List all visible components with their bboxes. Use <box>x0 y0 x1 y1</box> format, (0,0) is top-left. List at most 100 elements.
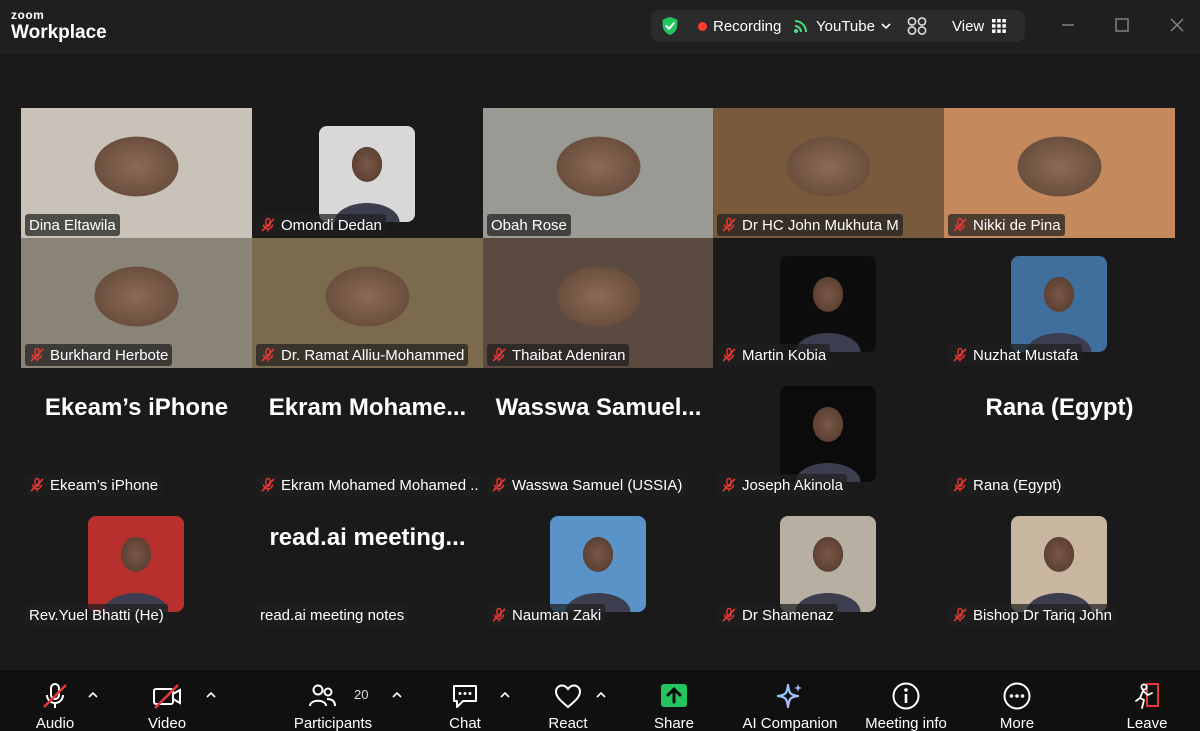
share-screen-icon <box>661 684 687 707</box>
chat-label: Chat <box>449 715 481 731</box>
react-options-chevron-up-icon[interactable] <box>595 690 607 700</box>
maximize-icon[interactable] <box>1111 14 1133 36</box>
participant-name: Nikki de Pina <box>973 216 1061 234</box>
mic-muted-icon <box>722 477 736 492</box>
participant-tile[interactable]: Ekram Mohame... Ekram Mohamed Mohamed ... <box>252 368 483 498</box>
video-button[interactable]: Video <box>136 670 198 731</box>
participant-name-tag: Burkhard Herbote <box>25 344 173 366</box>
participant-name: Dr. Ramat Alliu-Mohammed <box>281 346 465 364</box>
participant-tile[interactable]: Dina Eltawila <box>21 108 252 238</box>
participant-name-tag: Dr. Ramat Alliu-Mohammed <box>256 344 469 366</box>
participant-tile[interactable]: Nikki de Pina <box>944 108 1175 238</box>
participant-name-tag: Nauman Zaki <box>487 604 606 626</box>
participant-tile[interactable]: Dr Shamenaz <box>713 498 944 628</box>
livestream-label: YouTube <box>816 17 875 35</box>
participant-tile[interactable]: Martin Kobia <box>713 238 944 368</box>
close-icon[interactable] <box>1166 14 1188 36</box>
avatar <box>1011 256 1107 352</box>
participant-tile[interactable]: Nuzhat Mustafa <box>944 238 1175 368</box>
avatar <box>319 126 415 222</box>
minimize-icon[interactable] <box>1057 14 1079 36</box>
participant-display-name: Wasswa Samuel... <box>495 394 702 421</box>
meeting-info-button[interactable]: Meeting info <box>858 670 954 731</box>
livestream-menu[interactable]: YouTube <box>793 16 898 36</box>
leave-button[interactable]: Leave <box>1122 670 1172 731</box>
participant-tile[interactable]: Rana (Egypt) Rana (Egypt) <box>944 368 1175 498</box>
participant-tile[interactable]: Ekeam’s iPhone Ekeam’s iPhone <box>21 368 252 498</box>
participant-name: Ekeam’s iPhone <box>50 476 159 494</box>
view-label: View <box>952 17 985 35</box>
avatar <box>1011 516 1107 612</box>
encryption-shield-icon[interactable] <box>659 15 681 37</box>
participant-tile[interactable]: Bishop Dr Tariq John <box>944 498 1175 628</box>
participant-count: 20 <box>354 687 369 702</box>
ai-companion-button[interactable]: AI Companion <box>740 670 840 731</box>
participants-options-chevron-up-icon[interactable] <box>391 690 403 700</box>
participant-name: Nauman Zaki <box>512 606 602 624</box>
broadcast-icon <box>794 20 807 33</box>
audio-options-chevron-up-icon[interactable] <box>87 690 99 700</box>
video-options-chevron-up-icon[interactable] <box>205 690 217 700</box>
participant-name-tag: Nikki de Pina <box>948 214 1065 236</box>
sparkle-icon <box>776 683 802 709</box>
audio-button[interactable]: Audio <box>24 670 86 731</box>
ai-companion-label: AI Companion <box>742 715 838 731</box>
chat-button[interactable]: Chat <box>440 670 490 731</box>
video-label: Video <box>147 715 187 731</box>
view-button[interactable]: View <box>952 16 1007 36</box>
mic-muted-icon <box>261 217 275 232</box>
react-label: React <box>548 715 588 731</box>
participant-tile[interactable]: Dr. Ramat Alliu-Mohammed <box>252 238 483 368</box>
participant-display-name: Ekram Mohame... <box>268 394 467 421</box>
mic-muted-icon <box>722 607 736 622</box>
brand-top: zoom <box>11 8 45 22</box>
participant-tile[interactable]: Thaibat Adeniran <box>483 238 714 368</box>
zoom-logo: zoom Workplace <box>11 9 107 42</box>
participant-name-tag: Obah Rose <box>487 214 571 236</box>
chat-options-chevron-up-icon[interactable] <box>499 690 511 700</box>
more-label: More <box>999 715 1035 731</box>
mic-muted-icon <box>722 217 736 232</box>
brand-bottom: Workplace <box>11 22 107 43</box>
participant-tile[interactable]: Rev.Yuel Bhatti (He) <box>21 498 252 628</box>
react-button[interactable]: React <box>543 670 593 731</box>
participant-tile[interactable]: Nauman Zaki <box>483 498 714 628</box>
meeting-info-label: Meeting info <box>865 715 947 731</box>
more-button[interactable]: More <box>992 670 1042 731</box>
participant-name-tag: Omondi Dedan <box>256 214 386 236</box>
leave-icon <box>1135 683 1159 709</box>
gallery-grid-icon[interactable] <box>906 16 928 36</box>
more-dots-icon <box>1003 682 1031 710</box>
info-icon <box>892 682 920 710</box>
share-button[interactable]: Share <box>649 670 699 731</box>
participant-tile[interactable]: Obah Rose <box>483 108 714 238</box>
participant-name: Rana (Egypt) <box>973 476 1062 494</box>
mic-muted-icon <box>492 607 506 622</box>
participant-name-tag: read.ai meeting notes <box>256 604 409 626</box>
participants-icon <box>308 684 336 707</box>
mic-muted-icon <box>492 347 506 362</box>
participant-name: Dina Eltawila <box>29 216 116 234</box>
participant-name: Burkhard Herbote <box>50 346 169 364</box>
mic-muted-icon <box>261 477 275 492</box>
mic-muted-icon <box>30 347 44 362</box>
participant-name: Obah Rose <box>491 216 567 234</box>
participant-tile[interactable]: Joseph Akinola <box>713 368 944 498</box>
meeting-status-bar: Recording YouTube View <box>651 10 1025 42</box>
recording-indicator[interactable]: Recording <box>698 17 781 35</box>
record-dot-icon <box>698 21 707 31</box>
participant-name: Martin Kobia <box>742 346 827 364</box>
participant-name: Joseph Akinola <box>742 476 843 494</box>
avatar <box>88 516 184 612</box>
participant-tile[interactable]: read.ai meeting... read.ai meeting notes <box>252 498 483 628</box>
participant-name: Dr Shamenaz <box>742 606 834 624</box>
participant-tile[interactable]: Wasswa Samuel... Wasswa Samuel (USSIA) <box>483 368 714 498</box>
participant-name-tag: Joseph Akinola <box>717 474 847 496</box>
participant-tile[interactable]: Dr HC John Mukhuta M <box>713 108 944 238</box>
avatar <box>780 256 876 352</box>
participant-tile[interactable]: Burkhard Herbote <box>21 238 252 368</box>
chat-icon <box>453 685 477 708</box>
audio-label: Audio <box>35 715 75 731</box>
participant-tile[interactable]: Omondi Dedan <box>252 108 483 238</box>
participant-name: Thaibat Adeniran <box>512 346 626 364</box>
